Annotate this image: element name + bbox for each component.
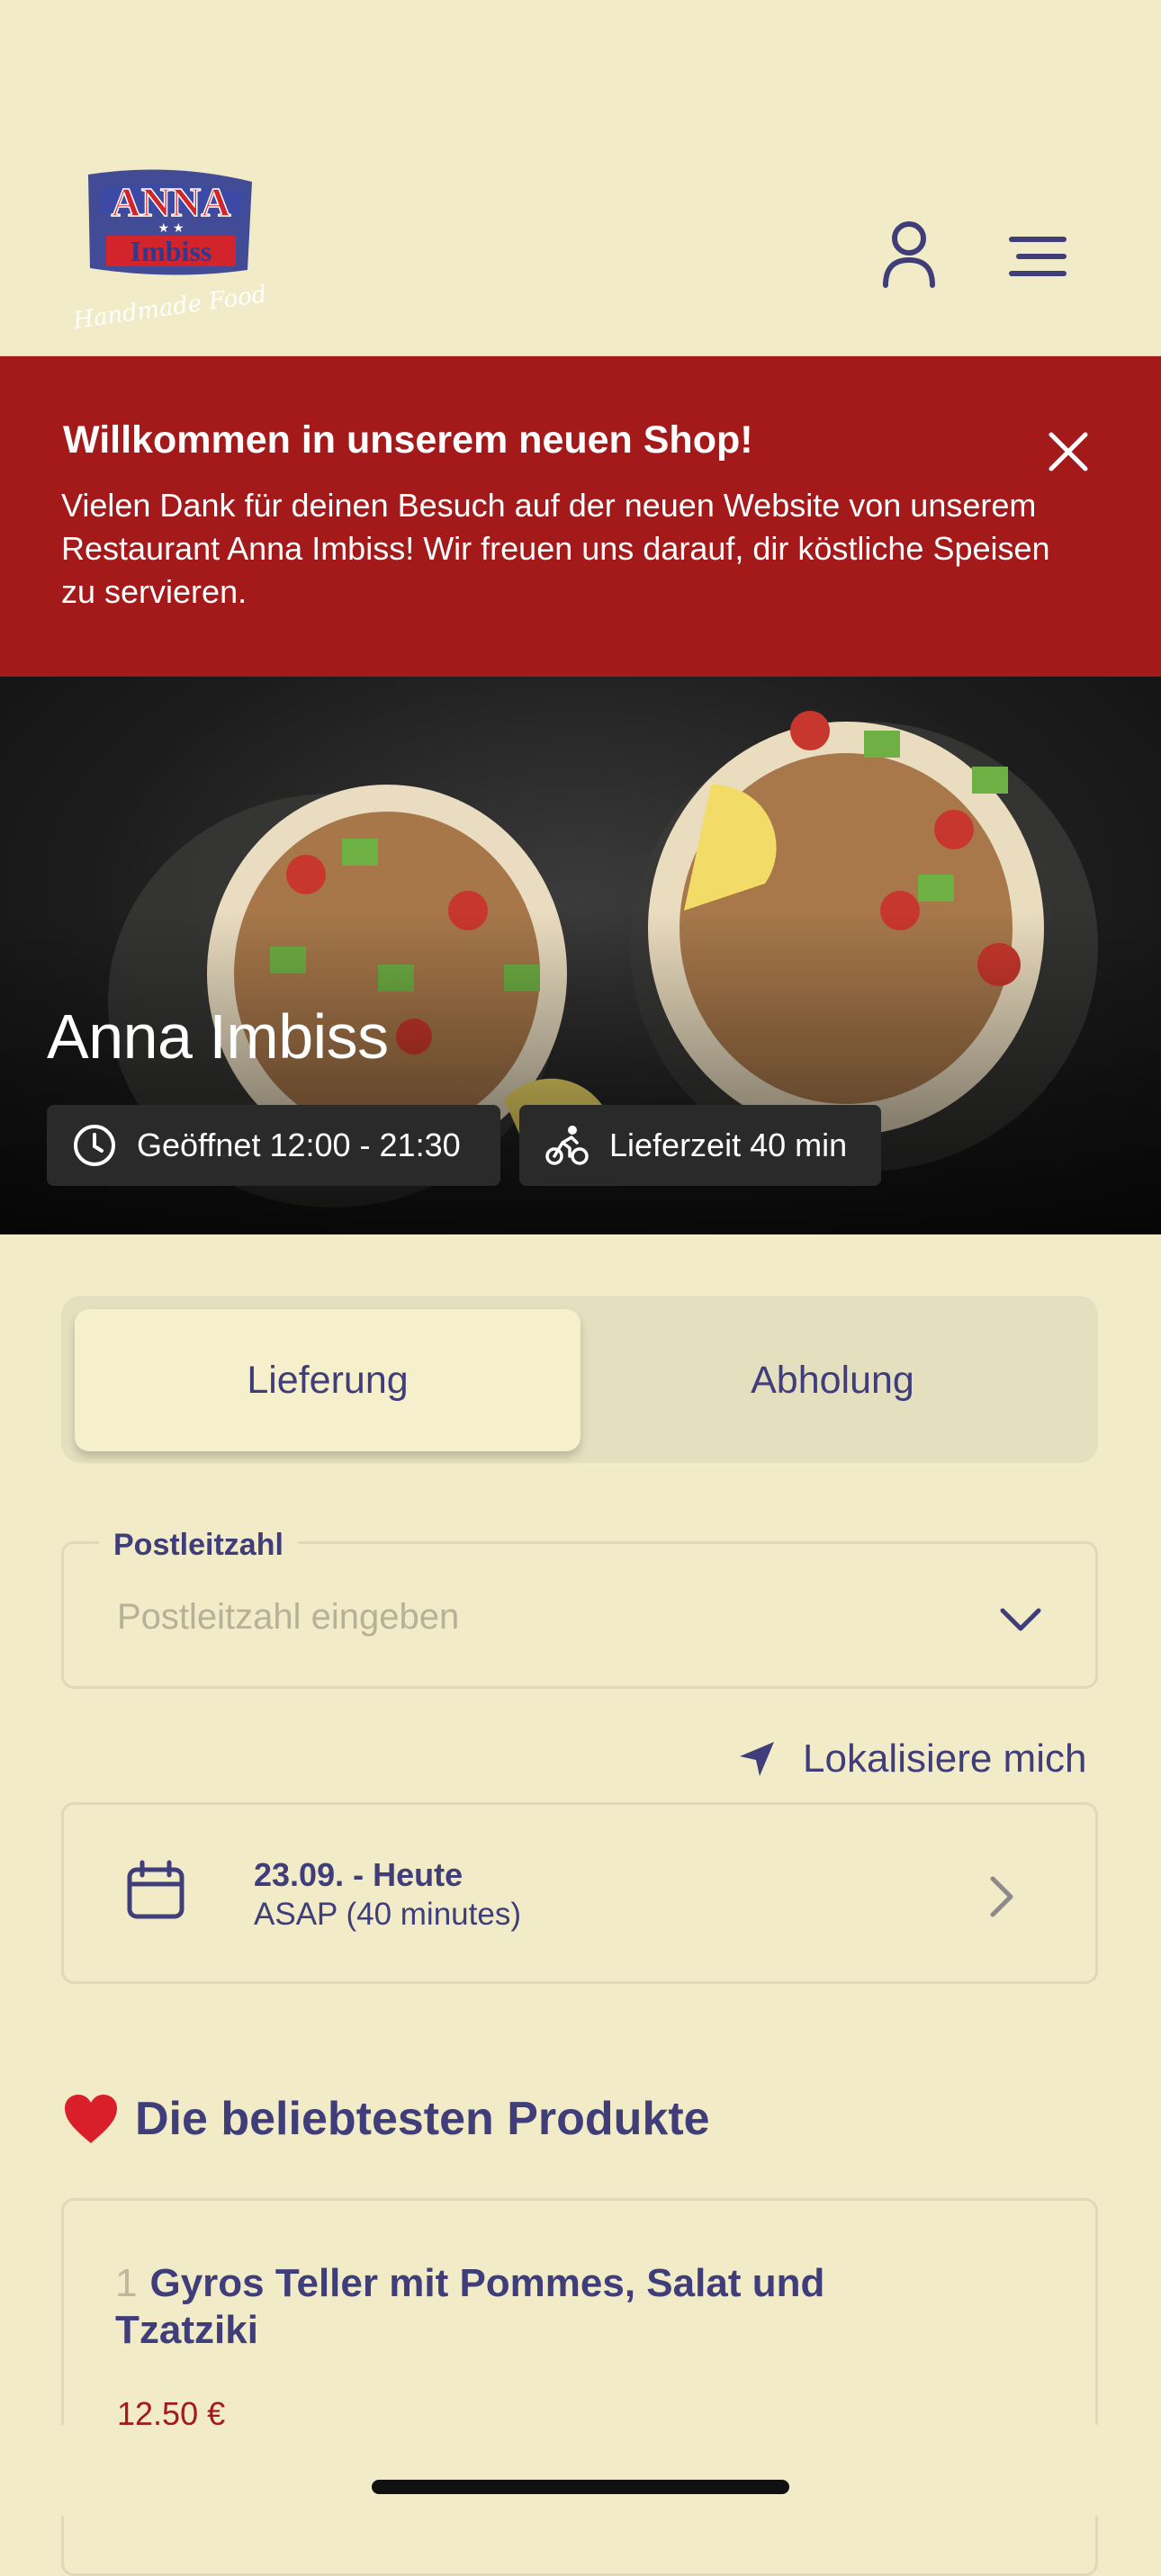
delivery-time-chip: Lieferzeit 40 min bbox=[519, 1105, 881, 1186]
opening-hours-chip: Geöffnet 12:00 - 21:30 bbox=[47, 1105, 500, 1186]
selected-time: ASAP (40 minutes) bbox=[254, 1897, 521, 1932]
calendar-icon bbox=[124, 1859, 187, 1922]
home-indicator[interactable] bbox=[372, 2480, 789, 2494]
svg-text:★ ★: ★ ★ bbox=[158, 220, 184, 235]
product-card[interactable] bbox=[61, 2198, 1098, 2576]
product-rank: 1 bbox=[115, 2261, 138, 2305]
logo[interactable]: ANNA ★ ★ Imbiss Handmade Food bbox=[63, 162, 279, 342]
heart-icon bbox=[65, 2095, 117, 2143]
chevron-down-icon[interactable] bbox=[997, 1602, 1044, 1638]
close-icon[interactable] bbox=[1044, 427, 1093, 476]
locate-me-label: Lokalisiere mich bbox=[803, 1737, 1087, 1781]
postal-code-label: Postleitzahl bbox=[99, 1528, 298, 1563]
tab-delivery[interactable]: Lieferung bbox=[75, 1309, 580, 1451]
logo-line2: Imbiss bbox=[130, 235, 212, 267]
popular-products-title: Die beliebtesten Produkte bbox=[135, 2093, 710, 2145]
restaurant-name: Anna Imbiss bbox=[47, 1001, 389, 1072]
hamburger-menu-icon[interactable] bbox=[1006, 234, 1069, 279]
tab-pickup[interactable]: Abholung bbox=[580, 1309, 1084, 1451]
clock-icon bbox=[74, 1125, 115, 1166]
product-name: 1 Gyros Teller mit Pommes, Salat und Tzat… bbox=[115, 2260, 925, 2354]
opening-hours-text: Geöffnet 12:00 - 21:30 bbox=[137, 1126, 461, 1163]
bottom-bar bbox=[0, 2425, 1161, 2516]
product-title: Gyros Teller mit Pommes, Salat und Tzatz… bbox=[115, 2261, 825, 2352]
bicycle-icon bbox=[545, 1126, 589, 1165]
user-account-icon[interactable] bbox=[882, 220, 936, 288]
banner-text: Vielen Dank für deinen Besuch auf der ne… bbox=[61, 487, 1050, 610]
locate-me-button[interactable]: Lokalisiere mich bbox=[738, 1732, 1086, 1786]
delivery-time-text: Lieferzeit 40 min bbox=[609, 1126, 848, 1163]
delivery-time-selector[interactable] bbox=[61, 1802, 1098, 1984]
selected-date: 23.09. - Heute bbox=[254, 1856, 464, 1893]
postal-code-input[interactable] bbox=[117, 1597, 927, 1638]
logo-tagline: Handmade Food bbox=[71, 281, 269, 335]
popular-products-heading: Die beliebtesten Produkte bbox=[63, 2092, 710, 2146]
chevron-right-icon bbox=[986, 1871, 1018, 1922]
logo-line1: ANNA bbox=[112, 179, 231, 225]
location-arrow-icon bbox=[740, 1742, 774, 1776]
banner-title: Willkommen in unserem neuen Shop! bbox=[63, 418, 753, 462]
